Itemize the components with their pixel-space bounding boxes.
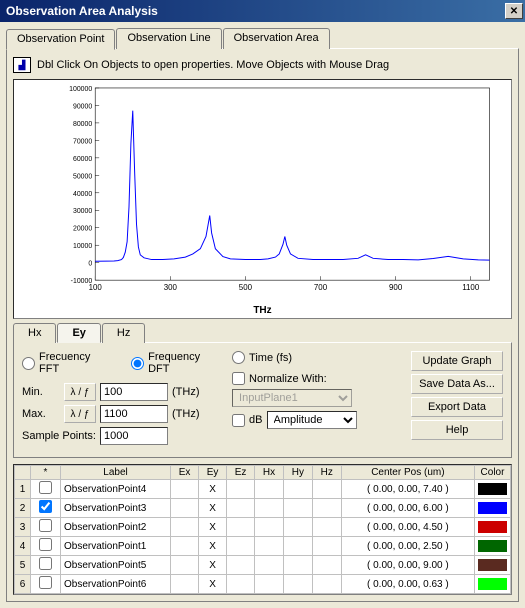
svg-text:100000: 100000 xyxy=(69,86,92,93)
db-label: dB xyxy=(249,414,262,426)
spectrum-chart: -100000100002000030000400005000060000700… xyxy=(54,84,501,298)
svg-text:60000: 60000 xyxy=(73,156,92,163)
tab-observation-area[interactable]: Observation Area xyxy=(223,28,330,49)
table-row[interactable]: 2 ObservationPoint3 X ( 0.00, 0.00, 6.00… xyxy=(15,499,511,518)
table-header[interactable]: Hx xyxy=(255,466,284,480)
svg-text:70000: 70000 xyxy=(73,138,92,145)
svg-text:100: 100 xyxy=(89,283,103,292)
tab-hz[interactable]: Hz xyxy=(102,323,145,343)
help-button[interactable]: Help xyxy=(411,420,503,440)
svg-text:90000: 90000 xyxy=(73,103,92,110)
table-row[interactable]: 5 ObservationPoint5 X ( 0.00, 0.00, 9.00… xyxy=(15,556,511,575)
table-header[interactable]: Hy xyxy=(283,466,312,480)
graph-icon: ▟ xyxy=(13,57,31,73)
update-graph-button[interactable]: Update Graph xyxy=(411,351,503,371)
max-unit: (THz) xyxy=(172,408,200,420)
normalize-label: Normalize With: xyxy=(249,373,327,385)
svg-text:50000: 50000 xyxy=(73,173,92,180)
min-unit: (THz) xyxy=(172,386,200,398)
radio-freq-dft[interactable]: Frequency DFT xyxy=(131,351,224,375)
svg-text:30000: 30000 xyxy=(73,208,92,215)
tab-ey[interactable]: Ey xyxy=(57,323,100,343)
svg-text:300: 300 xyxy=(164,283,178,292)
table-header[interactable] xyxy=(15,466,31,480)
svg-text:80000: 80000 xyxy=(73,121,92,128)
table-row[interactable]: 3 ObservationPoint2 X ( 0.00, 0.00, 4.50… xyxy=(15,518,511,537)
table-header[interactable]: Center Pos (um) xyxy=(341,466,474,480)
table-header[interactable]: * xyxy=(31,466,61,480)
tab-hx[interactable]: Hx xyxy=(13,323,56,343)
svg-text:0: 0 xyxy=(88,261,92,268)
observation-table[interactable]: *LabelExEyEzHxHyHzCenter Pos (um)Color 1… xyxy=(14,465,511,594)
sample-points-input[interactable] xyxy=(100,427,168,445)
table-row[interactable]: 6 ObservationPoint6 X ( 0.00, 0.00, 0.63… xyxy=(15,575,511,594)
svg-text:1100: 1100 xyxy=(462,283,480,292)
tab-observation-line[interactable]: Observation Line xyxy=(116,28,221,49)
table-header[interactable]: Label xyxy=(61,466,171,480)
max-label: Max. xyxy=(22,408,60,420)
chart-area[interactable]: -100000100002000030000400005000060000700… xyxy=(13,79,512,319)
normalize-check[interactable] xyxy=(232,372,245,385)
max-unit-toggle[interactable]: λ / ƒ xyxy=(64,405,96,423)
min-label: Min. xyxy=(22,386,60,398)
svg-text:40000: 40000 xyxy=(73,191,92,198)
db-check[interactable] xyxy=(232,414,245,427)
table-header[interactable]: Ez xyxy=(227,466,255,480)
min-input[interactable] xyxy=(100,383,168,401)
save-data-button[interactable]: Save Data As... xyxy=(411,374,503,394)
normalize-select: InputPlane1 xyxy=(232,389,352,407)
svg-text:10000: 10000 xyxy=(73,243,92,250)
chart-xlabel: THz xyxy=(253,305,271,316)
tab-observation-point[interactable]: Observation Point xyxy=(6,29,115,50)
svg-text:700: 700 xyxy=(314,283,328,292)
export-data-button[interactable]: Export Data xyxy=(411,397,503,417)
radio-freq-fft[interactable]: Frecuency FFT xyxy=(22,351,113,375)
close-button[interactable]: ✕ xyxy=(505,3,523,19)
svg-text:500: 500 xyxy=(239,283,253,292)
table-row[interactable]: 1 ObservationPoint4 X ( 0.00, 0.00, 7.40… xyxy=(15,480,511,499)
table-header[interactable]: Hz xyxy=(312,466,341,480)
window-title: Observation Area Analysis xyxy=(6,4,158,18)
radio-time-fs[interactable]: Time (fs) xyxy=(232,351,292,364)
sample-points-label: Sample Points: xyxy=(22,430,96,442)
table-header[interactable]: Ex xyxy=(171,466,199,480)
amplitude-select[interactable]: Amplitude xyxy=(267,411,357,429)
svg-text:900: 900 xyxy=(389,283,403,292)
table-header[interactable]: Ey xyxy=(199,466,227,480)
table-row[interactable]: 4 ObservationPoint1 X ( 0.00, 0.00, 2.50… xyxy=(15,537,511,556)
max-input[interactable] xyxy=(100,405,168,423)
min-unit-toggle[interactable]: λ / ƒ xyxy=(64,383,96,401)
svg-text:20000: 20000 xyxy=(73,226,92,233)
info-text: Dbl Click On Objects to open properties.… xyxy=(37,59,389,71)
table-header[interactable]: Color xyxy=(475,466,511,480)
